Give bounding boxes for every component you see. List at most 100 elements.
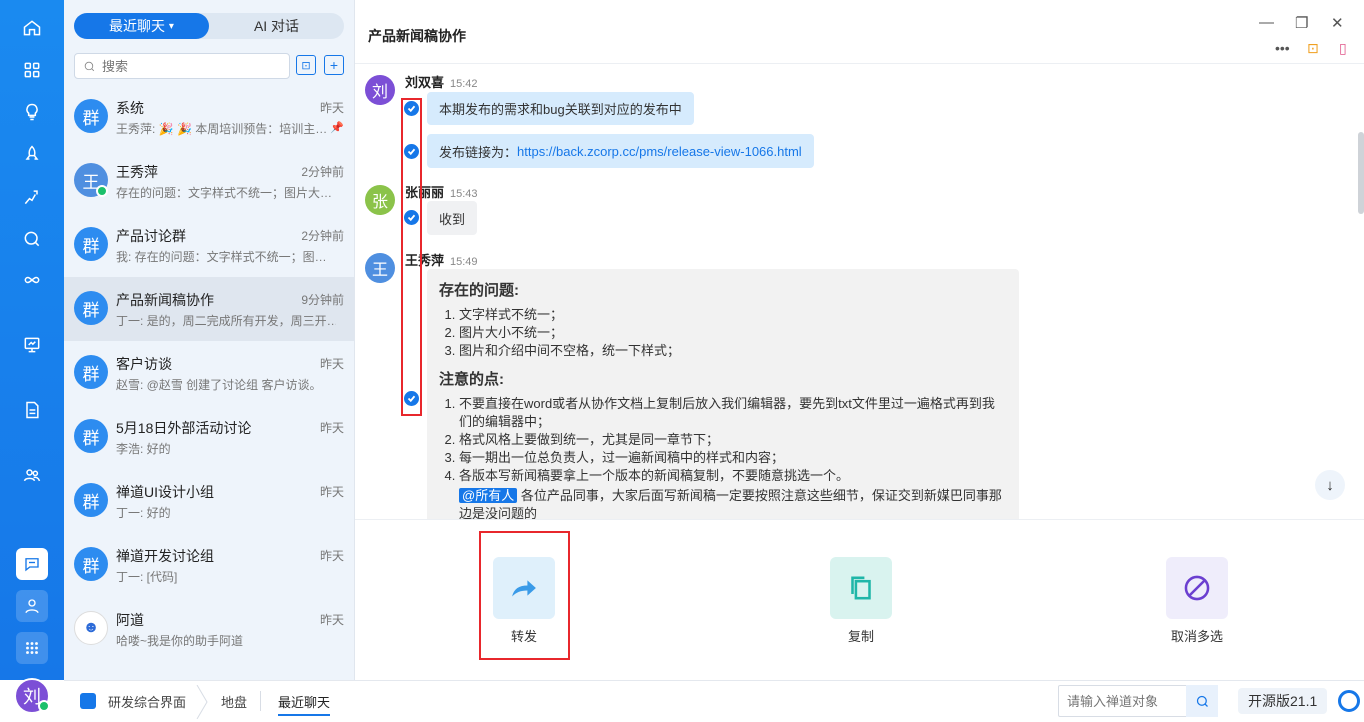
- issue-list: 文字样式不统一； 图片大小不统一； 图片和介绍中间不空格，统一下样式；: [439, 306, 1007, 360]
- list-item[interactable]: ☻ 阿道 昨天 哈喽~我是你的助手阿道: [64, 597, 354, 661]
- user-icon[interactable]: [16, 590, 48, 622]
- infinity-icon[interactable]: [17, 265, 47, 295]
- conversation-time: 2分钟前: [301, 165, 344, 179]
- message-bubble[interactable]: 本期发布的需求和bug关联到对应的发布中: [427, 92, 694, 125]
- arrow-down-icon: ↓: [1326, 476, 1334, 494]
- plus-icon: +: [329, 57, 339, 73]
- list-item: 每一期出一位总负责人，过一遍新闻稿中的样式和内容；: [459, 449, 1007, 467]
- list-tab-switch: 最近聊天 ▾ AI 对话: [74, 13, 344, 39]
- ban-icon: [1184, 575, 1210, 601]
- search-icon: [84, 61, 95, 71]
- list-item: 图片和介绍中间不空格，统一下样式；: [459, 342, 1007, 360]
- conversation-preview: 存在的问题：文字样式不统一；图片大…: [116, 186, 333, 200]
- list-search-input[interactable]: [102, 58, 272, 74]
- release-link[interactable]: https://back.zcorp.cc/pms/release-view-1…: [517, 144, 802, 159]
- bulb-icon[interactable]: [17, 97, 47, 127]
- conversation-preview: 丁一: 是的，周二完成所有开发，周三开…: [116, 314, 336, 328]
- restore-icon[interactable]: ❐: [1295, 14, 1308, 32]
- copy-icon: [851, 576, 871, 600]
- home-icon[interactable]: [17, 13, 47, 43]
- forward-highlight-box: [479, 531, 570, 660]
- run-icon[interactable]: [17, 182, 47, 212]
- notice-icon[interactable]: ⊡: [1307, 40, 1319, 57]
- breadcrumb-item-active[interactable]: 最近聊天: [278, 692, 331, 716]
- group-avatar: 群: [74, 227, 108, 261]
- brand-logo-icon[interactable]: [1338, 690, 1360, 712]
- list-item[interactable]: 群 5月18日外部活动讨论 昨天 李浩: 好的: [64, 405, 354, 469]
- conversation-name: 王秀萍: [116, 164, 158, 180]
- group-avatar: 群: [74, 355, 108, 389]
- mention-tag[interactable]: @所有人: [459, 488, 518, 503]
- cancel-multi-select-label: 取消多选: [1170, 629, 1223, 644]
- conversation-list-panel: 最近聊天 ▾ AI 对话 ⊡ + 群 系统 昨天 王秀萍: 🎉 🎉 本周培训预告…: [64, 0, 355, 680]
- scroll-to-bottom-button[interactable]: ↓: [1315, 470, 1345, 500]
- left-rail: [0, 0, 64, 680]
- conversation-name: 5月18日外部活动讨论: [116, 420, 252, 436]
- contacts-button[interactable]: ⊡: [296, 55, 316, 75]
- list-item[interactable]: 群 禅道开发讨论组 昨天 丁一: [代码]: [64, 533, 354, 597]
- pin-icon: 📌: [330, 122, 344, 134]
- chat-header: 产品新闻稿协作 — ❐ ✕ ••• ⊡ ▯: [355, 0, 1364, 64]
- new-chat-button[interactable]: +: [324, 55, 344, 75]
- contacts-icon: ⊡: [301, 59, 311, 72]
- list-item[interactable]: 群 系统 昨天 王秀萍: 🎉 🎉 本周培训预告：培训主… 📌: [64, 85, 354, 149]
- conversation-preview: 哈喽~我是你的助手阿道: [116, 634, 244, 648]
- page-title: 产品新闻稿协作: [368, 28, 466, 44]
- notes-list: 不要直接在word或者从协作文档上复制后放入我们编辑器，要先到txt文件里过一遍…: [439, 395, 1007, 485]
- copy-button[interactable]: [830, 557, 892, 619]
- rich-text-message[interactable]: 存在的问题: 文字样式不统一； 图片大小不统一； 图片和介绍中间不空格，统一下样…: [427, 269, 1019, 519]
- message-bubble[interactable]: 收到: [427, 201, 478, 235]
- conversation-preview: 我: 存在的问题：文字样式不统一；图…: [116, 250, 327, 264]
- sidebar-toggle-icon[interactable]: ▯: [1339, 40, 1347, 57]
- apps-icon[interactable]: [17, 55, 47, 85]
- breadcrumb-item[interactable]: 研发综合界面: [108, 692, 186, 711]
- list-item: 格式风格上要做到统一，尤其是同一章节下；: [459, 431, 1007, 449]
- board-icon[interactable]: [17, 330, 47, 360]
- list-item: 各版本写新闻稿要拿上一个版本的新闻稿复制，不要随意挑选一个。: [459, 467, 1007, 485]
- list-item[interactable]: 群 产品新闻稿协作 9分钟前 丁一: 是的，周二完成所有开发，周三开…: [64, 277, 354, 341]
- minimize-icon[interactable]: —: [1259, 14, 1274, 31]
- conversation-preview: 李浩: 好的: [116, 442, 171, 456]
- conversation-time: 9分钟前: [301, 293, 344, 307]
- more-icon[interactable]: •••: [1275, 40, 1290, 56]
- message-heading: 存在的问题:: [439, 282, 519, 299]
- conversation-name: 客户访谈: [116, 356, 172, 372]
- group-avatar: 群: [74, 483, 108, 517]
- sender-name: 刘双喜 15:42: [405, 75, 478, 90]
- tab-recent-chats[interactable]: 最近聊天 ▾: [74, 13, 209, 39]
- breadcrumb-item[interactable]: 地盘: [221, 692, 247, 711]
- version-badge[interactable]: 开源版21.1: [1238, 688, 1328, 714]
- list-item[interactable]: 王 王秀萍 2分钟前 存在的问题：文字样式不统一；图片大…: [64, 149, 354, 213]
- rocket-icon[interactable]: [17, 139, 47, 169]
- online-status-icon: [38, 700, 50, 712]
- doc-icon[interactable]: [17, 395, 47, 425]
- conversation-name: 产品新闻稿协作: [116, 292, 214, 308]
- close-icon[interactable]: ✕: [1331, 14, 1344, 32]
- cancel-multi-select-button[interactable]: [1166, 557, 1228, 619]
- conversation-preview: 赵雪: @赵雪 创建了讨论组 客户访谈。: [116, 378, 322, 392]
- conversation-name: 禅道UI设计小组: [116, 484, 214, 500]
- list-item: 图片大小不统一；: [459, 324, 1007, 342]
- chevron-down-icon: ▾: [168, 20, 174, 32]
- message-heading: 注意的点:: [439, 371, 504, 388]
- tab-ai-chat[interactable]: AI 对话: [209, 13, 344, 39]
- conversation-time: 昨天: [319, 485, 344, 499]
- chat-icon[interactable]: [16, 548, 48, 580]
- team-icon[interactable]: [17, 460, 47, 490]
- list-item[interactable]: 群 禅道UI设计小组 昨天 丁一: 好的: [64, 469, 354, 533]
- mention-paragraph: @所有人 各位产品同事，大家后面写新闻稿一定要按照注意这些细节，保证交到新媒巴同…: [459, 488, 1002, 519]
- list-item[interactable]: 群 客户访谈 昨天 赵雪: @赵雪 创建了讨论组 客户访谈。: [64, 341, 354, 405]
- user-avatar: 刘: [365, 75, 395, 105]
- list-item[interactable]: 群 产品讨论群 2分钟前 我: 存在的问题：文字样式不统一；图…: [64, 213, 354, 277]
- assistant-avatar-icon: ☻: [74, 611, 108, 645]
- multi-select-action-bar: 转发 复制 取消多选: [355, 519, 1364, 680]
- search-icon[interactable]: [17, 224, 47, 254]
- list-item: 文字样式不统一；: [459, 306, 1007, 324]
- message-bubble[interactable]: 发布链接为： https://back.zcorp.cc/pms/release-…: [427, 134, 814, 168]
- grid-icon[interactable]: [16, 632, 48, 664]
- conversation-preview: 王秀萍: 🎉 🎉 本周培训预告：培训主…: [116, 122, 328, 136]
- breadcrumb-separator-icon: [196, 684, 208, 720]
- object-search-button[interactable]: [1186, 685, 1218, 717]
- group-avatar: 群: [74, 419, 108, 453]
- scrollbar[interactable]: [1358, 132, 1364, 214]
